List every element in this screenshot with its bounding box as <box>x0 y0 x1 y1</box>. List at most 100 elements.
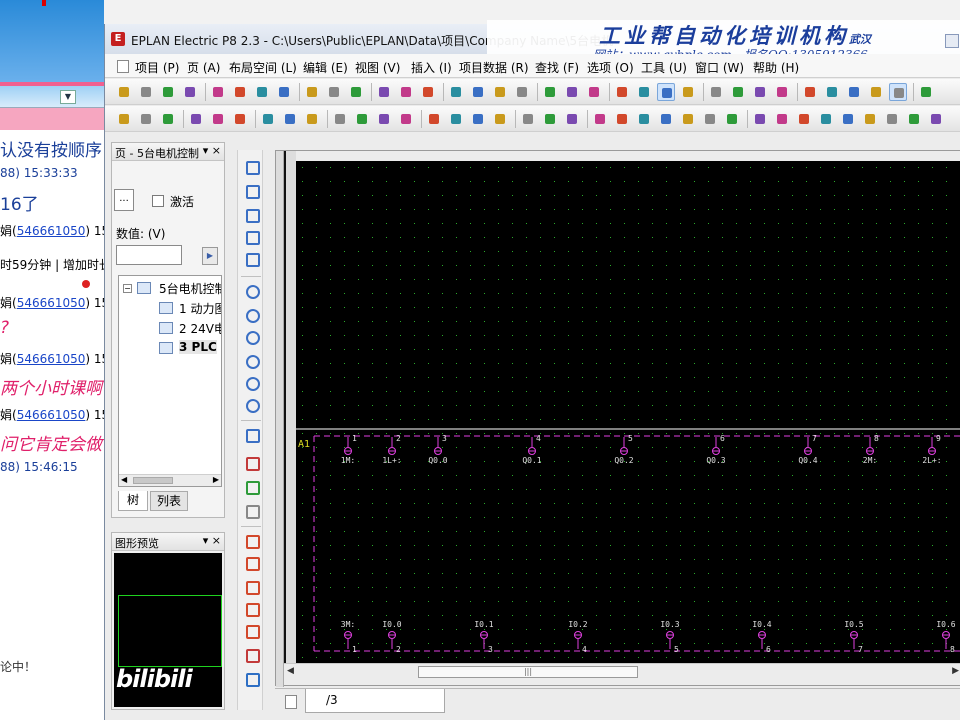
toolbar-tool-icon[interactable] <box>231 110 249 128</box>
toolbar-tool-icon[interactable] <box>187 110 205 128</box>
toolbar-tool-icon[interactable] <box>729 83 747 101</box>
preview-viewport-frame[interactable] <box>118 595 222 667</box>
toolbar-tool-icon[interactable] <box>447 110 465 128</box>
toolbar-tool-icon[interactable] <box>927 110 945 128</box>
menu-project[interactable]: 项目 (P) <box>135 59 179 76</box>
drawing-tool-icon[interactable] <box>243 600 260 617</box>
toolbar-tool-icon[interactable] <box>375 83 393 101</box>
toolbar-tool-icon[interactable] <box>845 83 863 101</box>
drawing-tool-icon[interactable] <box>243 532 260 549</box>
menu-find[interactable]: 查找 (F) <box>535 59 579 76</box>
menu-view[interactable]: 视图 (V) <box>355 59 400 76</box>
toolbar-tool-icon[interactable] <box>209 83 227 101</box>
drawing-tool-icon[interactable] <box>243 646 260 663</box>
drawing-tool-icon[interactable] <box>243 502 260 519</box>
preview-pin-close-icon[interactable]: ▾ × <box>203 534 221 547</box>
chat-sender-link[interactable]: 546661050 <box>17 352 86 366</box>
drawing-tool-icon[interactable] <box>243 426 260 443</box>
toolbar-tool-icon[interactable] <box>519 110 537 128</box>
collapse-icon[interactable]: − <box>123 284 132 293</box>
toolbar-tool-icon[interactable] <box>375 110 393 128</box>
toolbar-tool-icon[interactable] <box>419 83 437 101</box>
tree-scrollbar[interactable]: ◀ ▶ <box>119 474 221 486</box>
scroll-left-icon[interactable]: ◀ <box>287 666 294 676</box>
toolbar-tool-icon[interactable] <box>347 83 365 101</box>
toolbar-tool-icon[interactable] <box>707 83 725 101</box>
toolbar-tool-icon[interactable] <box>773 83 791 101</box>
menu-project-data[interactable]: 项目数据 (R) <box>459 59 529 76</box>
schematic-canvas[interactable]: A1 1 1M: 2 1L+: 3 Q0.0 4 Q0.1 5 Q0.2 6 Q0.3 7 Q0.4 8 2M:… <box>296 161 960 671</box>
browse-button[interactable]: ... <box>114 189 134 211</box>
toolbar-tool-icon[interactable] <box>613 83 631 101</box>
toolbar-tool-icon[interactable] <box>917 83 935 101</box>
toolbar-tool-icon[interactable] <box>541 110 559 128</box>
tab-tree[interactable]: 树 <box>118 491 148 511</box>
menu-insert[interactable]: 插入 (I) <box>411 59 452 76</box>
toolbar-tool-icon[interactable] <box>883 110 901 128</box>
toolbar-tool-icon[interactable] <box>231 83 249 101</box>
tree-scroll-thumb[interactable] <box>133 477 173 484</box>
drawing-tool-icon[interactable] <box>243 306 260 323</box>
editor-scroll-thumb[interactable]: ||| <box>418 666 638 678</box>
toolbar-tool-icon[interactable] <box>137 83 155 101</box>
drawing-tool-icon[interactable] <box>243 454 260 471</box>
toolbar-tool-icon[interactable] <box>751 110 769 128</box>
toolbar-tool-icon[interactable] <box>541 83 559 101</box>
drawing-tool-icon[interactable] <box>243 158 260 175</box>
toolbar-tool-icon[interactable] <box>563 110 581 128</box>
page-tab[interactable]: /3 <box>305 689 445 713</box>
toolbar-tool-icon[interactable] <box>397 110 415 128</box>
toolbar-tool-icon[interactable] <box>491 83 509 101</box>
toolbar-tool-icon[interactable] <box>679 110 697 128</box>
drawing-tool-icon[interactable] <box>243 554 260 571</box>
drawing-tool-icon[interactable] <box>243 228 260 245</box>
tree-item[interactable]: 1 动力图 <box>179 300 221 317</box>
editor-horizontal-scrollbar[interactable]: ◀ ||| ▶ <box>284 663 960 679</box>
toolbar-tool-icon[interactable] <box>181 83 199 101</box>
toolbar-tool-icon[interactable] <box>723 110 741 128</box>
menu-tools[interactable]: 工具 (U) <box>641 59 687 76</box>
toolbar-tool-icon[interactable] <box>613 110 631 128</box>
toolbar-tool-icon[interactable] <box>657 110 675 128</box>
document-icon[interactable] <box>117 60 129 73</box>
menu-window[interactable]: 窗口 (W) <box>695 59 744 76</box>
value-input[interactable] <box>116 245 182 265</box>
toolbar-tool-icon[interactable] <box>275 83 293 101</box>
tab-list[interactable]: 列表 <box>150 491 188 511</box>
scroll-left-icon[interactable]: ◀ <box>121 475 127 484</box>
toolbar-tool-icon[interactable] <box>773 110 791 128</box>
toolbar-tool-icon[interactable] <box>281 110 299 128</box>
panel-pin-close-icon[interactable]: ▾ × <box>203 144 221 157</box>
drawing-tool-icon[interactable] <box>243 670 260 687</box>
drawing-tool-icon[interactable] <box>243 182 260 199</box>
toolbar-tool-icon[interactable] <box>795 110 813 128</box>
tree-item[interactable]: 2 24V电 <box>179 320 221 337</box>
toolbar-tool-icon[interactable] <box>861 110 879 128</box>
toolbar-tool-icon[interactable] <box>159 83 177 101</box>
chat-sender-link[interactable]: 546661050 <box>17 224 86 238</box>
toolbar-tool-icon[interactable] <box>585 83 603 101</box>
menu-page[interactable]: 页 (A) <box>187 59 220 76</box>
window-restore-button[interactable] <box>945 34 959 48</box>
toolbar-tool-icon[interactable] <box>889 83 907 101</box>
toolbar-tool-icon[interactable] <box>823 83 841 101</box>
menu-options[interactable]: 选项 (O) <box>587 59 634 76</box>
drawing-tool-icon[interactable] <box>243 374 260 391</box>
toolbar-tool-icon[interactable] <box>657 83 675 101</box>
toolbar-tool-icon[interactable] <box>905 110 923 128</box>
scroll-right-icon[interactable]: ▶ <box>952 666 959 676</box>
toolbar-tool-icon[interactable] <box>563 83 581 101</box>
scroll-right-icon[interactable]: ▶ <box>213 475 219 484</box>
drawing-tool-icon[interactable] <box>243 578 260 595</box>
toolbar-tool-icon[interactable] <box>447 83 465 101</box>
toolbar-tool-icon[interactable] <box>331 110 349 128</box>
toolbar-tool-icon[interactable] <box>801 83 819 101</box>
toolbar-tool-icon[interactable] <box>115 83 133 101</box>
toolbar-tool-icon[interactable] <box>325 83 343 101</box>
toolbar-tool-icon[interactable] <box>839 110 857 128</box>
toolbar-tool-icon[interactable] <box>259 110 277 128</box>
toolbar-tool-icon[interactable] <box>303 83 321 101</box>
toolbar-tool-icon[interactable] <box>353 110 371 128</box>
toolbar-tool-icon[interactable] <box>591 110 609 128</box>
menu-help[interactable]: 帮助 (H) <box>753 59 799 76</box>
